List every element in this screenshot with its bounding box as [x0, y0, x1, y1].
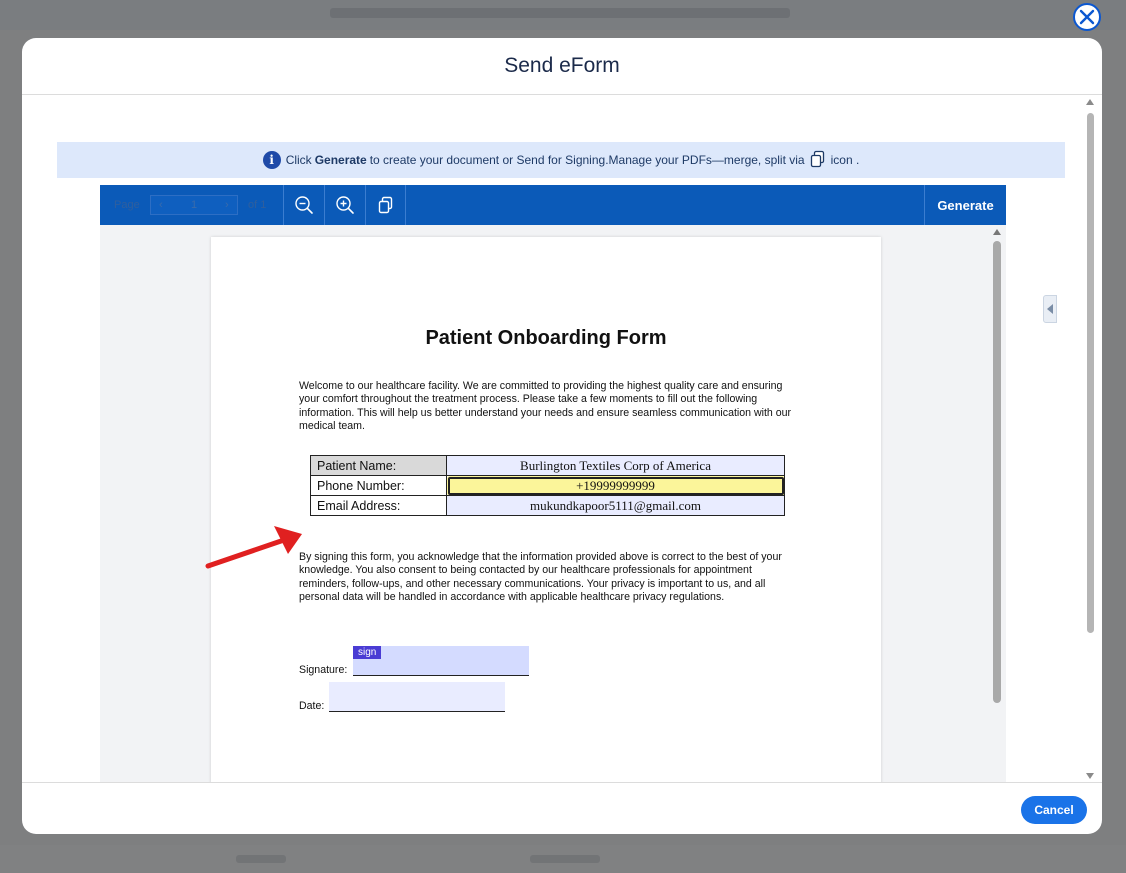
date-field[interactable] [329, 682, 505, 712]
pdf-viewer: Patient Onboarding Form Welcome to our h… [100, 225, 1006, 782]
info-text-pre: Click [285, 153, 312, 167]
info-icon: i [262, 151, 281, 169]
info-text-mid: to create your document or Send for Sign… [369, 153, 805, 167]
patient-name-field[interactable]: Burlington Textiles Corp of America [446, 455, 785, 476]
cancel-button[interactable]: Cancel [1021, 796, 1087, 824]
page-number-value: 1 [191, 199, 198, 211]
info-text-bold: Generate [314, 153, 367, 167]
zoom-out-icon [295, 196, 313, 214]
copy-pages-icon [809, 150, 827, 171]
annotation-arrow [205, 526, 302, 569]
prev-page-icon[interactable]: ‹ [159, 199, 163, 211]
modal-title: Send eForm [504, 54, 620, 77]
send-eform-modal: Send eForm i Click Generate to create yo… [22, 38, 1102, 834]
document-consent: By signing this form, you acknowledge th… [299, 551, 782, 603]
next-page-icon[interactable]: › [225, 199, 229, 211]
page-label: Page [114, 199, 140, 211]
patient-info-table: Patient Name: Burlington Textiles Corp o… [310, 455, 785, 516]
phone-number-label: Phone Number: [310, 475, 447, 496]
info-text-post: icon . [830, 153, 860, 167]
modal-body: i Click Generate to create your document… [22, 95, 1102, 782]
modal-header: Send eForm [22, 38, 1102, 95]
pdf-toolbar: Page ‹ 1 › of 1 Generate [100, 185, 1006, 225]
table-row: Phone Number: +19999999999 [310, 475, 785, 496]
modal-scrollbar[interactable] [1085, 99, 1096, 779]
pdf-scrollbar[interactable] [992, 229, 1002, 774]
zoom-in-button[interactable] [324, 185, 365, 225]
zoom-out-button[interactable] [283, 185, 324, 225]
info-banner: i Click Generate to create your document… [57, 142, 1065, 178]
document-intro: Welcome to our healthcare facility. We a… [299, 380, 792, 432]
page-number-input[interactable]: ‹ 1 › [150, 195, 238, 215]
date-label: Date: [299, 700, 325, 712]
manage-pages-button[interactable] [365, 185, 406, 225]
close-icon [1079, 9, 1095, 25]
generate-button[interactable]: Generate [924, 185, 1006, 225]
document-title: Patient Onboarding Form [425, 327, 667, 349]
pdf-page: Patient Onboarding Form Welcome to our h… [211, 237, 881, 782]
modal-footer: Cancel [22, 782, 1102, 834]
page-count-label: of 1 [248, 199, 267, 211]
email-address-label: Email Address: [310, 495, 447, 516]
email-address-field[interactable]: mukundkapoor5111@gmail.com [446, 495, 785, 516]
patient-name-label: Patient Name: [310, 455, 447, 476]
copy-pages-icon [378, 196, 392, 214]
phone-number-field[interactable]: +19999999999 [446, 475, 785, 496]
signature-label: Signature: [299, 664, 348, 676]
zoom-in-icon [336, 196, 354, 214]
signature-field[interactable]: sign [353, 646, 529, 676]
table-row: Patient Name: Burlington Textiles Corp o… [310, 455, 785, 476]
chevron-left-icon [1047, 304, 1053, 314]
sign-tag: sign [353, 646, 382, 659]
side-panel-toggle[interactable] [1043, 295, 1057, 323]
table-row: Email Address: mukundkapoor5111@gmail.co… [310, 495, 785, 516]
close-modal-button[interactable] [1073, 3, 1101, 31]
